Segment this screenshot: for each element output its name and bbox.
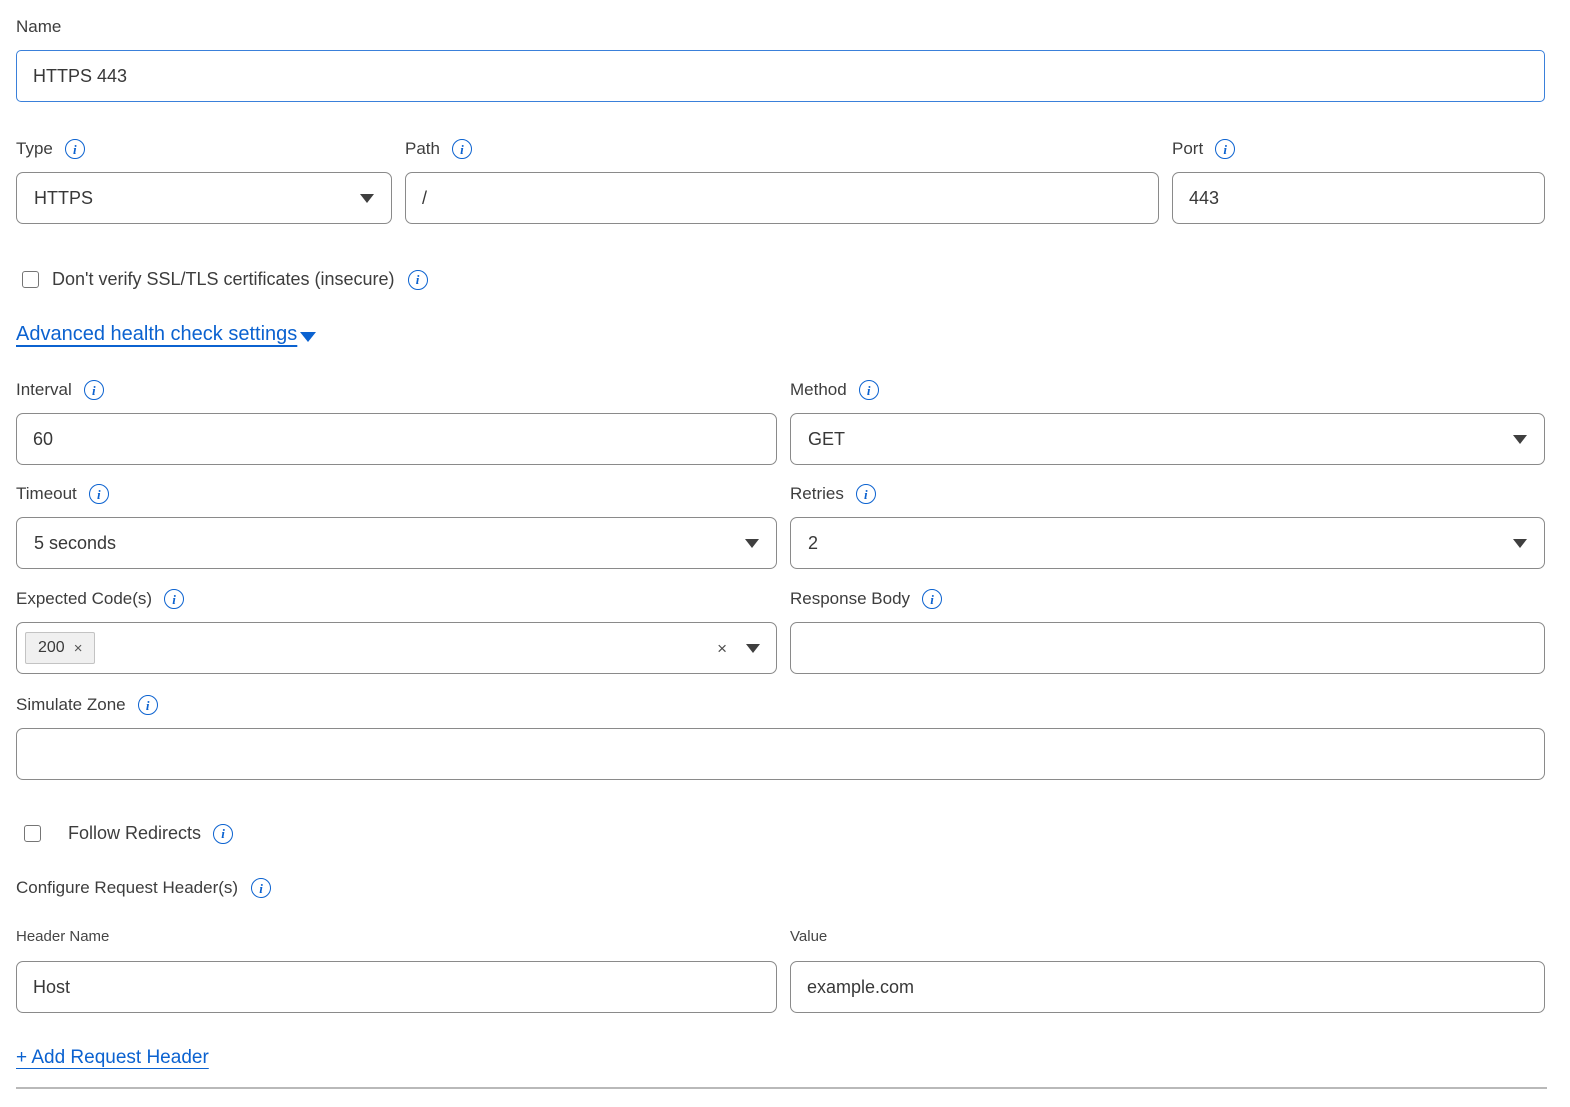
multiselect-controls: × [717,640,760,657]
info-icon[interactable] [251,878,271,898]
health-check-form: Name Type HTTPS Path Port [0,0,1570,1089]
header-value-field: Value [790,927,1545,1013]
response-body-input[interactable] [790,622,1545,674]
type-select-value: HTTPS [34,188,93,209]
chevron-down-icon [360,194,374,203]
path-input[interactable] [405,172,1159,224]
timeout-label: Timeout [16,483,77,505]
follow-redirects-label[interactable]: Follow Redirects [68,823,201,844]
header-name-col-label: Header Name [16,927,777,946]
expected-code-tag-value: 200 [38,639,65,657]
path-field: Path [405,138,1159,224]
method-select-value: GET [808,429,845,450]
advanced-settings-link[interactable]: Advanced health check settings [16,323,297,346]
chevron-down-icon [1513,435,1527,444]
ssl-verify-row: Don't verify SSL/TLS certificates (insec… [22,269,1545,290]
timeout-select[interactable]: 5 seconds [16,517,777,569]
info-icon[interactable] [164,589,184,609]
header-value-col-label: Value [790,927,1545,946]
section-divider [16,1087,1547,1089]
clear-all-icon[interactable]: × [717,640,727,657]
request-headers-section-label: Configure Request Header(s) [16,877,238,899]
advanced-settings-toggle: Advanced health check settings [16,323,316,346]
timeout-select-value: 5 seconds [34,533,116,554]
info-icon[interactable] [89,484,109,504]
expected-code-tag: 200 × [25,632,95,664]
name-label: Name [16,16,61,38]
interval-field: Interval [16,379,777,465]
info-icon[interactable] [408,270,428,290]
request-headers-section: Configure Request Header(s) [16,877,1545,899]
retries-label: Retries [790,483,844,505]
retries-select[interactable]: 2 [790,517,1545,569]
interval-label: Interval [16,379,72,401]
type-field: Type HTTPS [16,138,392,224]
response-body-label: Response Body [790,588,910,610]
add-request-header-link[interactable]: + Add Request Header [16,1047,209,1068]
type-label: Type [16,138,53,160]
port-input[interactable] [1172,172,1545,224]
simulate-zone-field: Simulate Zone [16,694,1545,780]
info-icon[interactable] [922,589,942,609]
chevron-down-icon [746,644,760,653]
method-label: Method [790,379,847,401]
info-icon[interactable] [859,380,879,400]
ssl-verify-checkbox[interactable] [22,271,39,288]
follow-redirects-checkbox[interactable] [24,825,41,842]
info-icon[interactable] [856,484,876,504]
timeout-field: Timeout 5 seconds [16,483,777,569]
method-field: Method GET [790,379,1545,465]
expected-codes-field: Expected Code(s) 200 × × [16,588,777,674]
follow-redirects-row: Follow Redirects [24,823,1545,844]
retries-select-value: 2 [808,533,818,554]
info-icon[interactable] [452,139,472,159]
path-label: Path [405,138,440,160]
name-label-row: Name [16,16,1545,38]
ssl-verify-label[interactable]: Don't verify SSL/TLS certificates (insec… [52,269,395,290]
chevron-down-icon [745,539,759,548]
caret-down-icon [300,332,316,342]
retries-field: Retries 2 [790,483,1545,569]
interval-input[interactable] [16,413,777,465]
expected-codes-multiselect[interactable]: 200 × × [16,622,777,674]
expected-codes-label: Expected Code(s) [16,588,152,610]
response-body-field: Response Body [790,588,1545,674]
simulate-zone-input[interactable] [16,728,1545,780]
info-icon[interactable] [213,824,233,844]
name-input[interactable] [16,50,1545,102]
port-label: Port [1172,138,1203,160]
remove-tag-icon[interactable]: × [74,641,83,656]
simulate-zone-label: Simulate Zone [16,694,126,716]
info-icon[interactable] [138,695,158,715]
info-icon[interactable] [65,139,85,159]
header-name-input[interactable] [16,961,777,1013]
type-select[interactable]: HTTPS [16,172,392,224]
method-select[interactable]: GET [790,413,1545,465]
header-name-field: Header Name [16,927,777,1013]
info-icon[interactable] [84,380,104,400]
add-request-header: + Add Request Header [16,1047,209,1069]
chevron-down-icon [1513,539,1527,548]
info-icon[interactable] [1215,139,1235,159]
header-value-input[interactable] [790,961,1545,1013]
port-field: Port [1172,138,1545,224]
